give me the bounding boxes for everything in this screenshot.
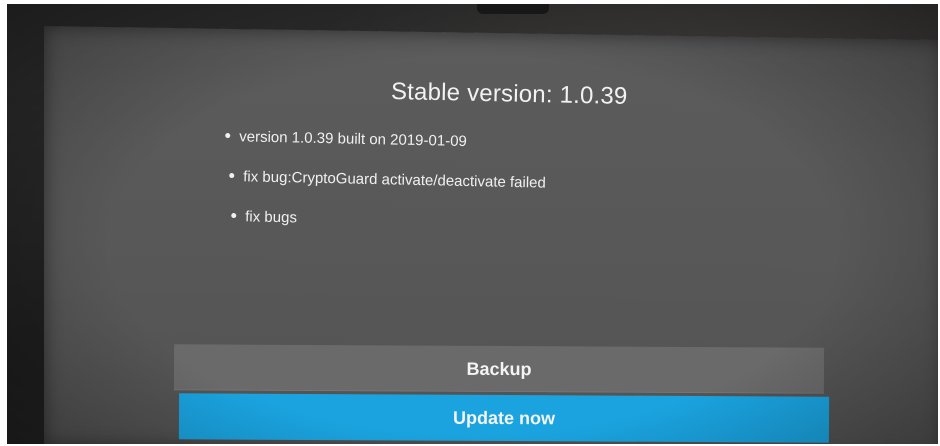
release-note-item: version 1.0.39 built on 2019-01-09 [225,128,546,175]
screen-notch [477,4,549,14]
tv-screen: Stable version: 1.0.39 version 1.0.39 bu… [7,4,938,444]
backup-button[interactable]: Backup [173,344,825,394]
release-notes-list: version 1.0.39 built on 2019-01-09 fix b… [225,128,546,248]
dialog-title: Stable version: 1.0.39 [390,78,628,110]
bullet-icon [225,133,231,139]
release-note-item: fix bugs [231,208,546,255]
release-note-item: fix bug:CryptoGuard activate/deactivate … [229,168,546,215]
bullet-icon [229,173,235,179]
update-now-button[interactable]: Update now [178,393,830,443]
bullet-icon [231,213,237,219]
release-note-text: fix bugs [245,208,298,227]
release-note-text: version 1.0.39 built on 2019-01-09 [239,128,468,151]
